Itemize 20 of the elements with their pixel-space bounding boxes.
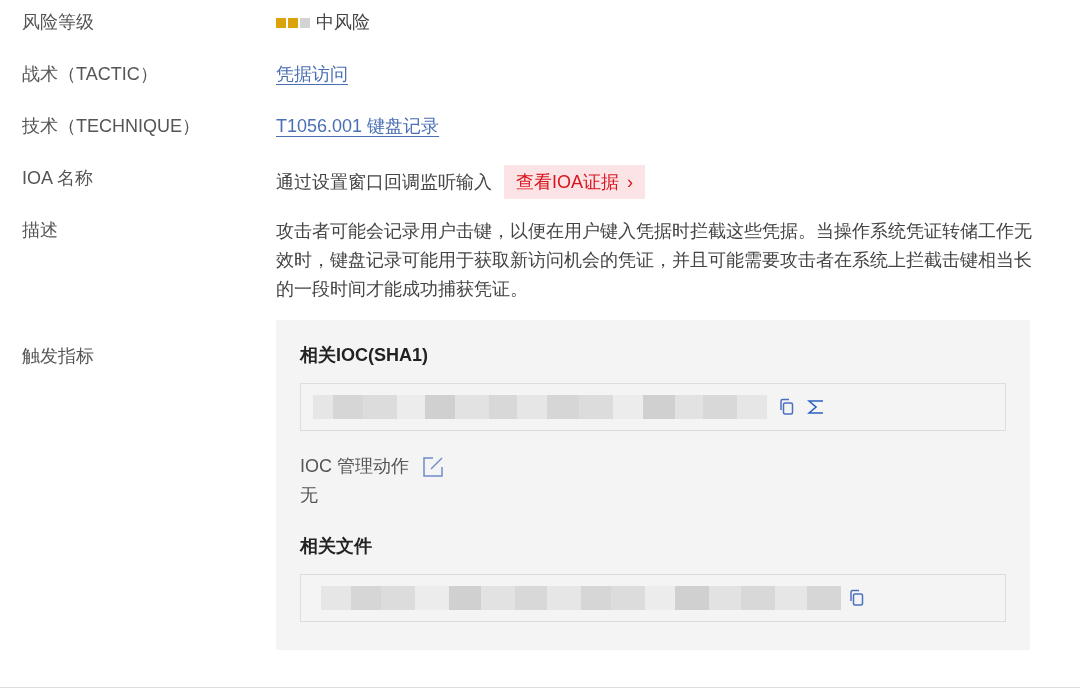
section-title: 相关IOC(SHA1) [300,344,429,367]
field-label: 描述 [22,219,59,242]
sigma-icon[interactable] [807,399,825,415]
field-label: 触发指标 [22,345,95,368]
field-label: 技术（TECHNIQUE） [22,115,201,138]
view-ioa-evidence-button[interactable]: 查看IOA证据 › [504,165,645,199]
link[interactable]: T1056.001 键盘记录 [276,116,440,136]
edit-icon[interactable] [421,454,445,479]
section-title: 相关文件 [300,535,373,558]
link[interactable]: 凭据访问 [276,64,348,84]
field-label: 风险等级 [22,11,95,34]
ioa-name: 通过设置窗口回调监听输入 [276,170,492,194]
risk-level-text: 中风险 [316,11,370,34]
copy-icon[interactable] [779,398,795,416]
field-label: IOA 名称 [22,167,94,190]
copy-icon[interactable] [849,589,865,607]
description-text: 攻击者可能会记录用户击键，以便在用户键入凭据时拦截这些凭据。当操作系统凭证转储工作无效时，键盘记录可能用于获取新访问机会的凭证，并且可能需要攻击者在系统上拦截击键相当长的一段时间才能成功捕获凭证。 [276,220,1033,301]
ioc-action-label: IOC 管理动作 [300,455,409,478]
ioc-action-value: 无 [300,484,319,507]
field-label: 战术（TACTIC） [22,63,159,86]
